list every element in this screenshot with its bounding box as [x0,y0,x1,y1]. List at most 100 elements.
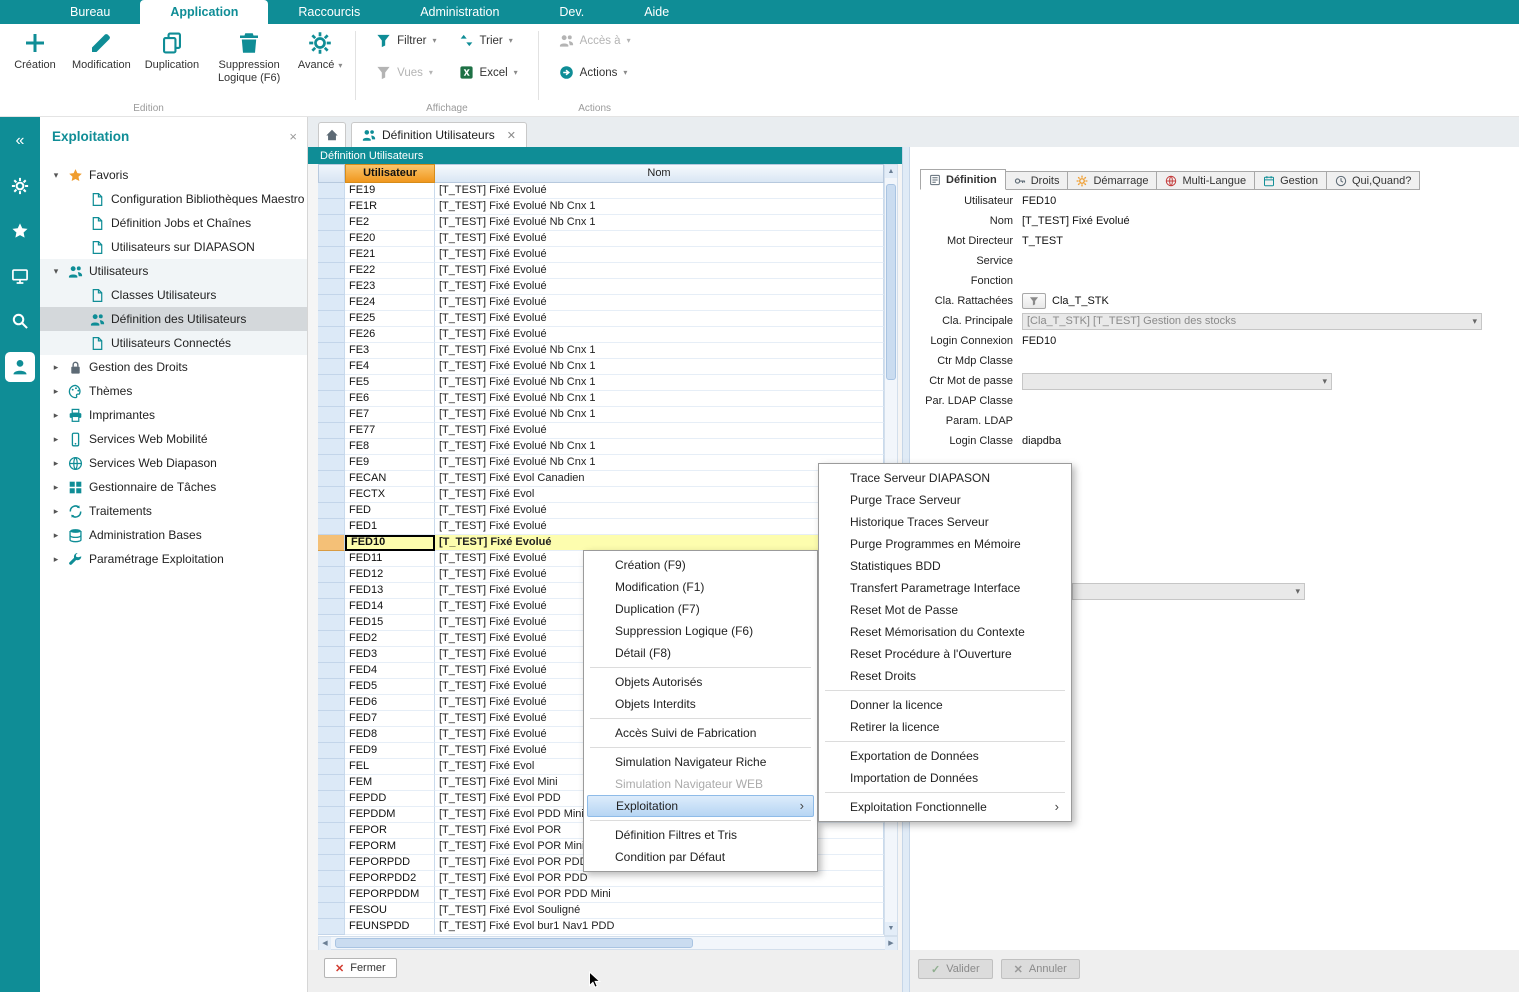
table-row[interactable]: FED1[T_TEST] Fixé Evolué [318,519,884,535]
tab-qui-quand[interactable]: Qui,Quand? [1327,171,1420,190]
close-panel-icon[interactable]: × [289,129,297,144]
row-selector[interactable] [318,647,345,663]
tree-item-utilisateurs[interactable]: ▾Utilisateurs [40,259,307,283]
tree-item-services-web-mobilite[interactable]: ▸Services Web Mobilité [40,427,307,451]
row-selector[interactable] [318,311,345,327]
settings-rail-button[interactable] [6,172,34,200]
chevron-right-icon[interactable]: ▸ [50,410,62,421]
table-row[interactable]: FE2[T_TEST] Fixé Evolué Nb Cnx 1 [318,215,884,231]
row-selector[interactable] [318,359,345,375]
table-row[interactable]: FEPORPDD2[T_TEST] Fixé Evol POR PDD [318,871,884,887]
menu-item-objets-autorises[interactable]: Objets Autorisés [587,671,814,693]
table-row[interactable]: FE3[T_TEST] Fixé Evolué Nb Cnx 1 [318,343,884,359]
row-selector[interactable] [318,711,345,727]
class-picker-button[interactable] [1022,293,1046,309]
menu-item-definition-filtres-et-tris[interactable]: Définition Filtres et Tris [587,824,814,846]
scroll-left-arrow[interactable]: ◀ [319,937,331,950]
chevron-right-icon[interactable]: ▸ [50,458,62,469]
row-selector[interactable] [318,743,345,759]
row-selector[interactable] [318,231,345,247]
row-selector[interactable] [318,519,345,535]
row-selector[interactable] [318,199,345,215]
table-row[interactable]: FESOU[T_TEST] Fixé Evol Souligné [318,903,884,919]
chevron-down-icon[interactable]: ▾ [50,170,62,181]
row-selector[interactable] [318,695,345,711]
menu-item-creation-f9[interactable]: Création (F9) [587,554,814,576]
row-selector[interactable] [318,839,345,855]
row-selector[interactable] [318,183,345,199]
table-row[interactable]: FED10[T_TEST] Fixé Evolué [318,535,884,551]
menu-item-exportation-de-donnees[interactable]: Exportation de Données [822,745,1068,767]
menu-item-acces-suivi-de-fabrication[interactable]: Accès Suivi de Fabrication [587,722,814,744]
menu-item-trace-serveur-diapason[interactable]: Trace Serveur DIAPASON [822,467,1068,489]
row-selector[interactable] [318,439,345,455]
tree-item-imprimantes[interactable]: ▸Imprimantes [40,403,307,427]
row-selector[interactable] [318,567,345,583]
row-selector[interactable] [318,407,345,423]
menu-item-importation-de-donnees[interactable]: Importation de Données [822,767,1068,789]
tree-item-classes-utilisateurs[interactable]: Classes Utilisateurs [40,283,307,307]
tree-item-parametrage-exploitation[interactable]: ▸Paramétrage Exploitation [40,547,307,571]
table-row[interactable]: FE5[T_TEST] Fixé Evolué Nb Cnx 1 [318,375,884,391]
row-selector[interactable] [318,343,345,359]
row-selector[interactable] [318,679,345,695]
row-selector[interactable] [318,727,345,743]
menu-item-reset-procedure-a-l-ouverture[interactable]: Reset Procédure à l'Ouverture [822,643,1068,665]
menu-item-suppression-logique-f6[interactable]: Suppression Logique (F6) [587,620,814,642]
row-selector[interactable] [318,295,345,311]
row-selector[interactable] [318,919,345,935]
row-selector[interactable] [318,583,345,599]
tree-item-utilisateurs-sur-diapason[interactable]: Utilisateurs sur DIAPASON [40,235,307,259]
menu-bureau[interactable]: Bureau [40,0,140,24]
menu-item-detail-f8[interactable]: Détail (F8) [587,642,814,664]
row-selector[interactable] [318,551,345,567]
tree-item-definition-jobs-et-chaines[interactable]: Définition Jobs et Chaînes [40,211,307,235]
row-selector[interactable] [318,807,345,823]
tree-item-administration-bases[interactable]: ▸Administration Bases [40,523,307,547]
chevron-right-icon[interactable]: ▸ [50,482,62,493]
row-selector[interactable] [318,871,345,887]
column-header-utilisateur[interactable]: Utilisateur [345,164,435,183]
table-row[interactable]: FE23[T_TEST] Fixé Evolué [318,279,884,295]
table-row[interactable]: FE9[T_TEST] Fixé Evolué Nb Cnx 1 [318,455,884,471]
tree-item-favoris[interactable]: ▾Favoris [40,163,307,187]
menu-raccourcis[interactable]: Raccourcis [268,0,390,24]
table-row[interactable]: FE7[T_TEST] Fixé Evolué Nb Cnx 1 [318,407,884,423]
creation-button[interactable]: Création [6,27,64,99]
menu-item-reset-droits[interactable]: Reset Droits [822,665,1068,687]
row-selector[interactable] [318,263,345,279]
table-row[interactable]: FECTX[T_TEST] Fixé Evol [318,487,884,503]
tree-item-gestionnaire-de-taches[interactable]: ▸Gestionnaire de Tâches [40,475,307,499]
scroll-down-arrow[interactable]: ▼ [885,922,897,935]
menu-item-condition-par-defaut[interactable]: Condition par Défaut [587,846,814,868]
scroll-right-arrow[interactable]: ▶ [885,937,897,950]
table-row[interactable]: FED[T_TEST] Fixé Evolué [318,503,884,519]
row-selector[interactable] [318,887,345,903]
menu-dev[interactable]: Dev. [529,0,614,24]
chevron-right-icon[interactable]: ▸ [50,506,62,517]
row-selector[interactable] [318,903,345,919]
tree-item-themes[interactable]: ▸Thèmes [40,379,307,403]
chevron-right-icon[interactable]: ▸ [50,386,62,397]
table-row[interactable]: FE1R[T_TEST] Fixé Evolué Nb Cnx 1 [318,199,884,215]
menu-aide[interactable]: Aide [614,0,699,24]
row-selector[interactable] [318,503,345,519]
row-selector[interactable] [318,759,345,775]
row-selector[interactable] [318,375,345,391]
vertical-scrollbar-thumb[interactable] [886,184,896,380]
chevron-down-icon[interactable]: ▾ [50,266,62,277]
column-header-nom[interactable]: Nom [435,164,884,183]
table-row[interactable]: FE6[T_TEST] Fixé Evolué Nb Cnx 1 [318,391,884,407]
row-selector[interactable] [318,391,345,407]
desktop-rail-button[interactable] [6,262,34,290]
field-select[interactable]: [Cla_T_STK] [T_TEST] Gestion des stocks▾ [1022,313,1482,330]
menu-item-donner-la-licence[interactable]: Donner la licence [822,694,1068,716]
search-rail-button[interactable] [6,307,34,335]
chevron-right-icon[interactable]: ▸ [50,362,62,373]
favorites-rail-button[interactable] [6,217,34,245]
menu-administration[interactable]: Administration [390,0,529,24]
horizontal-scrollbar[interactable]: ◀ ▶ [318,936,898,950]
collapse-panel-button[interactable]: « [6,127,34,155]
trier-button[interactable]: Trier ▾ [455,31,522,50]
tab-droits[interactable]: Droits [1006,171,1069,190]
